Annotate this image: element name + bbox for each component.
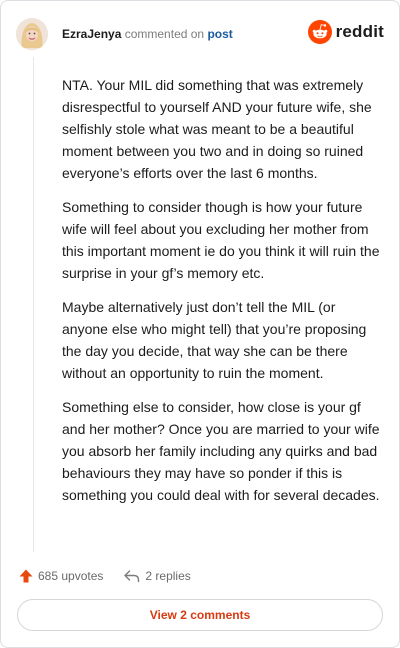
replies-button[interactable]: 2 replies bbox=[123, 568, 191, 584]
post-link[interactable]: post bbox=[207, 27, 232, 41]
comment-body: NTA. Your MIL did something that was ext… bbox=[62, 74, 382, 518]
reddit-brand[interactable]: reddit bbox=[307, 20, 384, 44]
comment-meta: EzraJenya commented on post bbox=[62, 27, 233, 41]
comment-paragraph: Maybe alternatively just don’t tell the … bbox=[62, 299, 367, 381]
thread-line[interactable] bbox=[33, 57, 34, 552]
reply-count: 2 replies bbox=[145, 569, 191, 583]
comment-paragraph: NTA. Your MIL did something that was ext… bbox=[62, 77, 372, 181]
view-comments-button[interactable]: View 2 comments bbox=[17, 599, 383, 631]
upvote-arrow-icon bbox=[19, 569, 33, 583]
avatar[interactable] bbox=[16, 18, 48, 50]
comment-header: EzraJenya commented on post reddit bbox=[16, 17, 386, 51]
upvote-button[interactable]: 685 upvotes bbox=[18, 568, 103, 584]
avatar-image bbox=[16, 18, 48, 50]
reddit-logo-icon bbox=[307, 20, 332, 44]
upvote-count: 685 upvotes bbox=[38, 569, 104, 583]
action-text: commented on bbox=[124, 27, 205, 41]
reddit-wordmark: reddit bbox=[335, 22, 384, 41]
comment-actions: 685 upvotes 2 replies bbox=[18, 565, 191, 587]
comment-card: EzraJenya commented on post reddit NTA. … bbox=[0, 0, 400, 648]
comment-paragraph: Something else to consider, how close is… bbox=[62, 399, 380, 503]
username-link[interactable]: EzraJenya bbox=[62, 27, 121, 41]
reply-arrow-icon bbox=[124, 570, 140, 583]
comment-paragraph: Something to consider though is how your… bbox=[62, 199, 380, 281]
